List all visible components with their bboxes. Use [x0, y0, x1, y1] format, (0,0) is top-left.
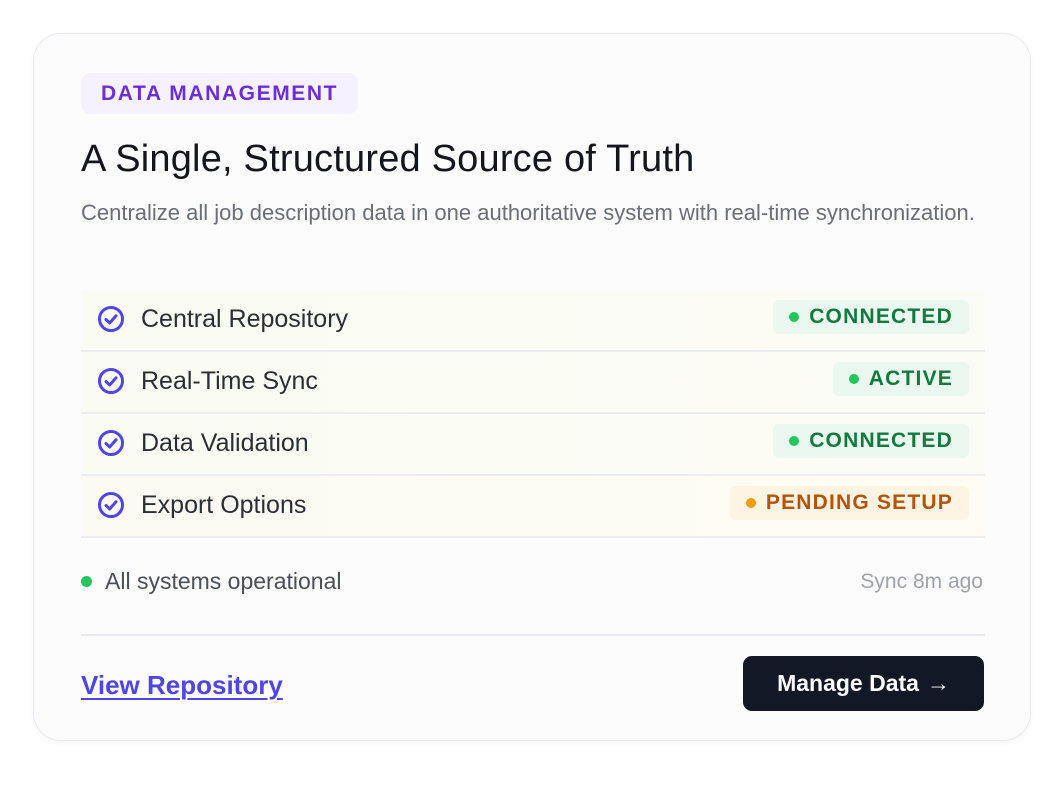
data-management-card: DATA MANAGEMENT A Single, Structured Sou… [33, 33, 1031, 741]
card-title: A Single, Structured Source of Truth [81, 138, 695, 180]
arrow-right-icon: → [926, 670, 950, 696]
status-badge: CONNECTED [773, 424, 969, 458]
check-circle-icon [98, 368, 124, 394]
feature-row-data-validation: Data Validation CONNECTED [81, 414, 985, 476]
status-dot [789, 312, 800, 322]
status-indicator-dot [81, 576, 92, 587]
status-dot [789, 436, 800, 446]
status-badge: PENDING SETUP [729, 486, 969, 520]
status-badge-text: PENDING SETUP [765, 491, 953, 514]
feature-label: Export Options [141, 491, 307, 519]
feature-list: Central Repository CONNECTED Real-Time S… [81, 290, 985, 538]
status-badge: ACTIVE [832, 362, 969, 396]
status-badge-text: CONNECTED [809, 429, 953, 452]
status-badge-text: CONNECTED [809, 305, 953, 328]
divider [81, 634, 985, 636]
status-badge: CONNECTED [773, 300, 969, 334]
status-dot [848, 374, 859, 384]
feature-label: Real-Time Sync [141, 367, 318, 395]
manage-data-button-label: Manage Data [777, 670, 919, 696]
feature-label: Data Validation [141, 429, 309, 457]
feature-label: Central Repository [141, 305, 349, 333]
manage-data-button[interactable]: Manage Data → [743, 656, 984, 711]
feature-row-real-time-sync: Real-Time Sync ACTIVE [81, 352, 985, 414]
status-badge-text: ACTIVE [868, 367, 953, 390]
section-tag: DATA MANAGEMENT [81, 73, 359, 114]
view-repository-link[interactable]: View Repository [81, 670, 283, 701]
system-status-text: All systems operational [105, 568, 342, 594]
feature-row-central-repository: Central Repository CONNECTED [81, 290, 985, 352]
check-circle-icon [98, 430, 124, 456]
status-dot [745, 498, 756, 508]
check-circle-icon [98, 492, 124, 518]
feature-row-export-options: Export Options PENDING SETUP [81, 476, 985, 538]
sync-timestamp: Sync 8m ago [860, 570, 983, 593]
check-circle-icon [98, 306, 124, 332]
system-status: All systems operational [81, 568, 342, 595]
card-description: Centralize all job description data in o… [81, 200, 975, 225]
